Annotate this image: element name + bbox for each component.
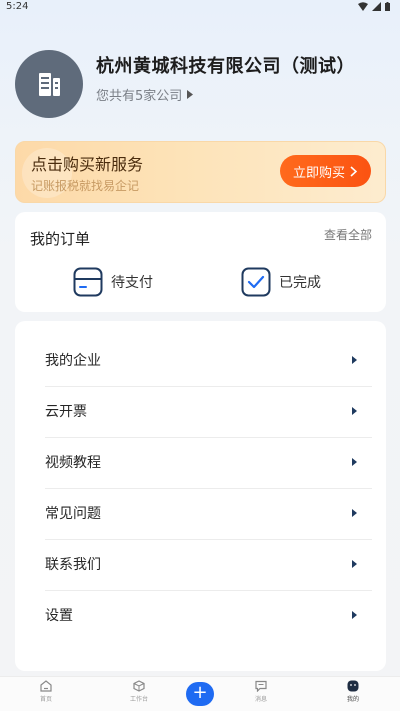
menu-item-label: 视频教程 bbox=[45, 454, 101, 471]
add-button[interactable]: + bbox=[186, 682, 214, 706]
message-icon bbox=[255, 680, 267, 692]
order-pending-payment[interactable]: 待支付 bbox=[73, 266, 153, 298]
tab-messages[interactable]: 消息 bbox=[241, 680, 281, 703]
chevron-right-icon bbox=[350, 165, 357, 177]
menu-item-contact-us[interactable]: 联系我们 bbox=[30, 538, 372, 589]
status-icons bbox=[358, 2, 390, 11]
status-time: 5:24 bbox=[6, 1, 29, 12]
home-icon bbox=[40, 680, 52, 692]
menu-item-label: 常见问题 bbox=[45, 505, 101, 522]
caret-right-icon bbox=[352, 559, 357, 568]
company-count-label: 您共有5家公司 bbox=[96, 89, 183, 104]
profile-header: 杭州黄城科技有限公司（测试） 您共有5家公司 bbox=[14, 48, 386, 122]
menu-item-video-tutorials[interactable]: 视频教程 bbox=[30, 436, 372, 487]
status-bar: 5:24 bbox=[0, 0, 400, 16]
caret-right-icon bbox=[352, 610, 357, 619]
tab-workbench[interactable]: 工作台 bbox=[119, 680, 159, 703]
orders-card: 我的订单 查看全部 待支付 已完成 bbox=[15, 212, 386, 312]
view-all-orders-link[interactable]: 查看全部 bbox=[324, 226, 372, 243]
promo-title: 点击购买新服务 bbox=[31, 155, 144, 174]
tab-home[interactable]: 首页 bbox=[26, 680, 66, 703]
promo-banner[interactable]: 点击购买新服务 记账报税就找易企记 立即购买 bbox=[15, 141, 386, 203]
tab-label: 首页 bbox=[39, 696, 52, 703]
workbench-icon bbox=[133, 680, 145, 692]
caret-right-icon bbox=[352, 508, 357, 517]
menu-item-my-company[interactable]: 我的企业 bbox=[30, 334, 372, 385]
tab-profile[interactable]: 我的 bbox=[333, 680, 373, 703]
orders-title: 我的订单 bbox=[30, 230, 91, 248]
check-icon bbox=[241, 267, 271, 297]
menu-item-label: 联系我们 bbox=[45, 556, 101, 573]
order-completed-label: 已完成 bbox=[279, 275, 321, 291]
menu-item-settings[interactable]: 设置 bbox=[30, 589, 372, 640]
wifi-icon bbox=[358, 2, 368, 11]
tab-label: 工作台 bbox=[129, 696, 148, 703]
company-name: 杭州黄城科技有限公司（测试） bbox=[96, 56, 355, 77]
order-completed[interactable]: 已完成 bbox=[241, 266, 321, 298]
order-pending-label: 待支付 bbox=[111, 275, 153, 291]
buy-now-button[interactable]: 立即购买 bbox=[279, 155, 371, 187]
caret-right-icon bbox=[187, 90, 194, 99]
bottom-tab-bar: 首页 工作台 + 消息 我的 bbox=[0, 676, 400, 711]
card-icon bbox=[73, 267, 103, 297]
menu-card: 我的企业 云开票 视频教程 常见问题 联系我们 设置 bbox=[15, 321, 386, 671]
profile-icon bbox=[347, 680, 359, 692]
menu-item-label: 云开票 bbox=[45, 403, 87, 420]
tab-label: 消息 bbox=[254, 696, 267, 703]
company-avatar[interactable] bbox=[15, 50, 83, 118]
battery-icon bbox=[385, 2, 390, 11]
caret-right-icon bbox=[352, 355, 357, 364]
building-icon bbox=[39, 73, 60, 96]
caret-right-icon bbox=[352, 406, 357, 415]
menu-item-faq[interactable]: 常见问题 bbox=[30, 487, 372, 538]
buy-now-label: 立即购买 bbox=[292, 165, 345, 181]
promo-subtitle: 记账报税就找易企记 bbox=[31, 179, 140, 193]
menu-item-label: 设置 bbox=[45, 607, 73, 624]
company-switcher[interactable]: 您共有5家公司 bbox=[96, 85, 194, 104]
caret-right-icon bbox=[352, 457, 357, 466]
menu-item-label: 我的企业 bbox=[45, 352, 101, 369]
menu-item-cloud-invoice[interactable]: 云开票 bbox=[30, 385, 372, 436]
signal-icon bbox=[372, 2, 381, 11]
tab-label: 我的 bbox=[346, 696, 359, 703]
